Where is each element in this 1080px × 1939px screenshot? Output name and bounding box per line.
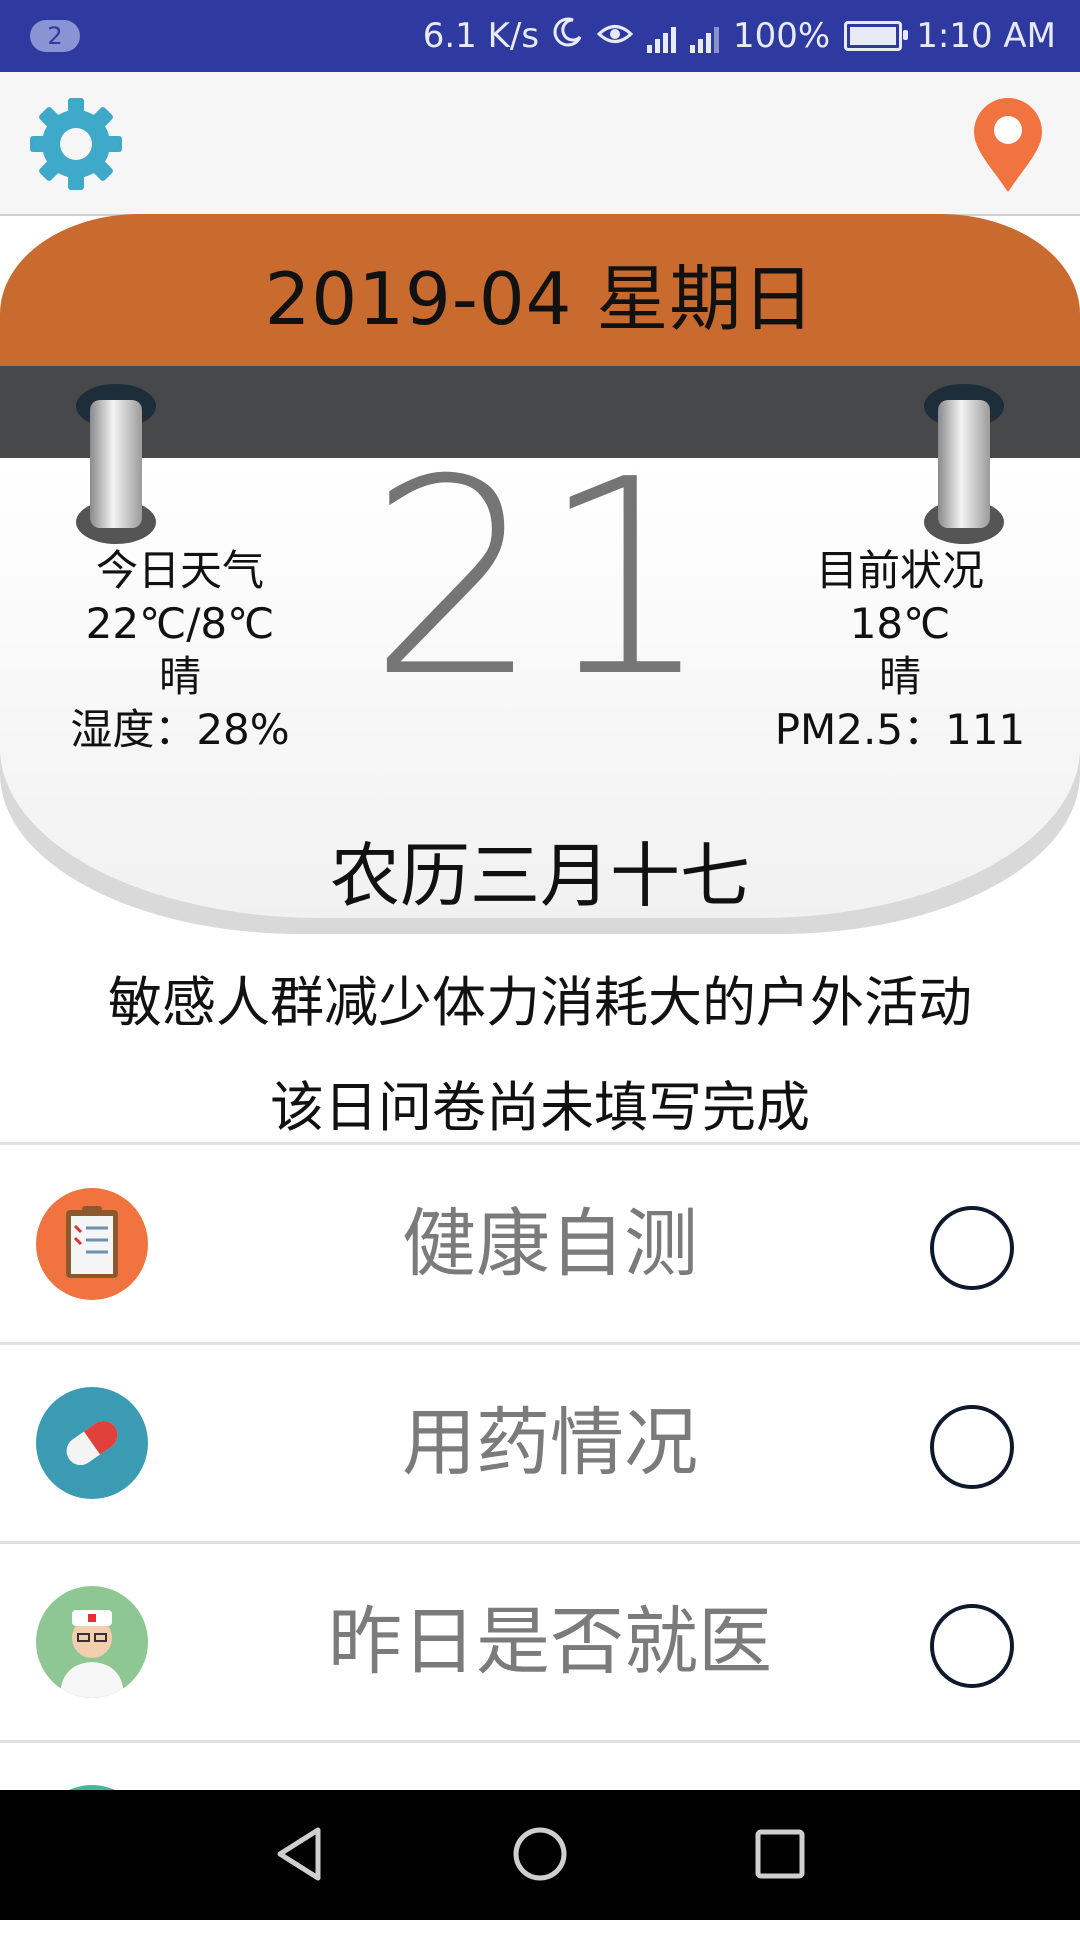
status-bar: 2 6.1 K/s 100% 1:10 AM [0,0,1080,72]
home-circle-icon[interactable] [508,1822,572,1886]
today-humidity: 湿度：28% [70,705,290,754]
task-checkbox[interactable] [930,1405,1014,1489]
today-condition: 晴 [158,652,201,701]
lunar-date: 农历三月十七 [330,835,750,917]
current-condition: 晴 [878,652,921,701]
navigation-bar [0,1790,1080,1920]
gear-icon[interactable] [26,94,126,194]
signal-4g-icon [690,19,720,53]
day-number: 21 [368,421,712,736]
task-label: 用药情况 [402,1400,698,1486]
task-row-doctor-visit[interactable]: 昨日是否就医 [0,1544,1080,1743]
status-icons: 6.1 K/s 100% 1:10 AM [423,0,1056,72]
battery-percent: 100% [733,16,831,56]
binder-ring-left [76,384,156,544]
clipboard-icon [36,1188,148,1300]
divider [0,1142,1080,1145]
task-row-health-self-test[interactable]: 健康自测 [0,1146,1080,1345]
current-temp: 18℃ [849,599,951,648]
current-status: 目前状况 18℃ 晴 PM2.5：111 [750,544,1050,756]
location-pin-icon[interactable] [972,98,1044,194]
today-weather: 今日天气 22℃/8℃ 晴 湿度：28% [30,544,330,756]
task-checkbox[interactable] [930,1206,1014,1290]
health-advice: 敏感人群减少体力消耗大的户外活动 [108,971,972,1034]
top-toolbar [0,72,1080,216]
notification-badge: 2 [30,20,80,52]
task-checkbox[interactable] [930,1604,1014,1688]
pill-icon [36,1387,148,1499]
moon-icon [553,16,583,56]
binder-ring-right [924,384,1004,544]
clock: 1:10 AM [916,16,1056,56]
today-temp-range: 22℃/8℃ [85,599,275,648]
task-label: 健康自测 [402,1201,698,1287]
current-status-title: 目前状况 [815,546,984,595]
signal-2g-icon [647,19,677,53]
current-pm25: PM2.5：111 [774,705,1026,754]
task-label: 昨日是否就医 [328,1599,772,1685]
recent-square-icon[interactable] [748,1822,812,1886]
calendar-header: 2019-04 星期日 [0,214,1080,366]
eye-icon [596,16,634,56]
back-triangle-icon[interactable] [268,1822,332,1886]
survey-status: 该日问卷尚未填写完成 [270,1076,810,1139]
calendar-card: 2019-04 星期日 21 今日天气 22℃/8℃ 晴 湿度：28% 目前状况… [0,214,1080,934]
battery-icon [844,21,909,51]
doctor-icon [36,1586,148,1698]
today-weather-title: 今日天气 [95,546,264,595]
network-speed: 6.1 K/s [422,16,540,56]
month-weekday: 2019-04 星期日 [264,257,816,341]
task-row-medication[interactable]: 用药情况 [0,1345,1080,1544]
